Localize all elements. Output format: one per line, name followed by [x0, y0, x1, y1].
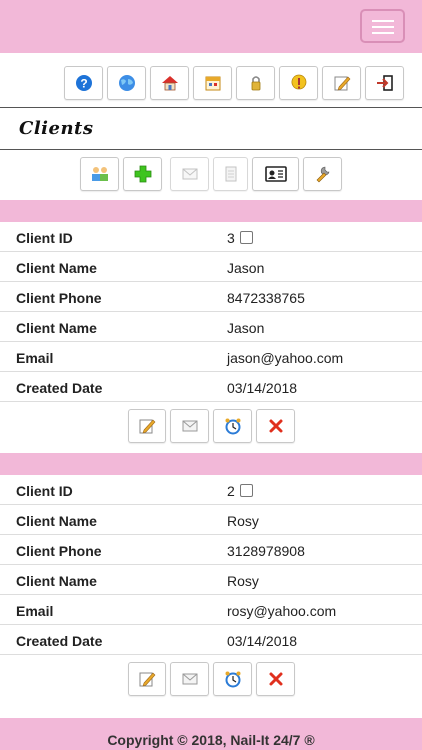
client-id: 3 [227, 230, 235, 246]
edit-icon [334, 76, 350, 91]
client-card: Client ID 2 Client Name Rosy Client Phon… [0, 475, 422, 706]
top-bar [0, 0, 422, 53]
alarm-clock-icon [225, 671, 240, 688]
section-separator [0, 453, 422, 475]
help-icon: ? [75, 75, 92, 91]
svg-text:?: ? [80, 77, 87, 91]
contact-card-icon [264, 166, 287, 182]
table-row: Client Phone 8472338765 [0, 282, 422, 312]
client-email: jason@yahoo.com [227, 350, 344, 366]
add-client-button[interactable] [123, 157, 162, 191]
client-toolbar [0, 150, 422, 200]
main-nav: ? [0, 53, 422, 107]
edit-client-button[interactable] [128, 409, 166, 443]
delete-icon [269, 419, 282, 433]
select-checkbox[interactable] [239, 484, 253, 497]
settings-button[interactable] [303, 157, 342, 191]
table-row: Created Date 03/14/2018 [0, 372, 422, 402]
table-row: Client Name Rosy [0, 505, 422, 535]
client-name: Jason [227, 320, 265, 336]
client-name: Rosy [227, 573, 259, 589]
document-icon [225, 166, 236, 182]
select-checkbox[interactable] [239, 231, 253, 244]
table-row: Email rosy@yahoo.com [0, 595, 422, 625]
client-card: Client ID 3 Client Name Jason Client Pho… [0, 222, 422, 453]
mail-icon [182, 168, 197, 180]
table-row: Created Date 03/14/2018 [0, 625, 422, 655]
logout-icon [376, 75, 393, 91]
field-label: Client Phone [16, 543, 102, 559]
field-label: Client Phone [16, 290, 102, 306]
calendar-icon [205, 76, 220, 91]
alert-button[interactable] [279, 66, 318, 100]
table-row: Client ID 3 [0, 222, 422, 252]
edit-icon [139, 419, 156, 434]
home-button[interactable] [150, 66, 189, 100]
mail-client-button[interactable] [170, 662, 209, 696]
add-icon [134, 165, 151, 183]
client-created-date: 03/14/2018 [227, 633, 298, 649]
edit-client-button[interactable] [128, 662, 166, 696]
table-row: Client Phone 3128978908 [0, 535, 422, 565]
table-row: Client Name Jason [0, 312, 422, 342]
alarm-clock-icon [225, 418, 240, 435]
field-label: Client ID [16, 230, 73, 246]
footer: Copyright © 2018, Nail-It 24/7 ® [0, 718, 422, 750]
reminder-button[interactable] [213, 409, 252, 443]
edit-button[interactable] [322, 66, 361, 100]
table-row: Client ID 2 [0, 475, 422, 505]
field-label: Created Date [16, 633, 103, 649]
groups-button[interactable] [80, 157, 119, 191]
lock-button[interactable] [236, 66, 275, 100]
mail-all-button[interactable] [170, 157, 209, 191]
contact-card-button[interactable] [252, 157, 299, 191]
document-button[interactable] [213, 157, 248, 191]
alert-icon [291, 74, 306, 90]
mail-icon [182, 420, 197, 432]
logout-button[interactable] [365, 66, 404, 100]
client-created-date: 03/14/2018 [227, 380, 298, 396]
field-label: Email [16, 350, 54, 366]
field-label: Email [16, 603, 54, 619]
delete-client-button[interactable] [256, 409, 295, 443]
table-row: Email jason@yahoo.com [0, 342, 422, 372]
table-row: Client Name Rosy [0, 565, 422, 595]
home-icon [161, 76, 178, 91]
hamburger-menu-icon[interactable] [360, 9, 405, 43]
client-actions [0, 655, 422, 706]
page-title: Clients [19, 118, 94, 139]
globe-button[interactable] [107, 66, 146, 100]
calendar-button[interactable] [193, 66, 232, 100]
field-label: Created Date [16, 380, 103, 396]
field-label: Client Name [16, 513, 97, 529]
field-label: Client Name [16, 320, 97, 336]
client-actions [0, 402, 422, 453]
field-value: 3 [227, 230, 253, 246]
delete-client-button[interactable] [256, 662, 295, 696]
client-id: 2 [227, 483, 235, 499]
globe-icon [118, 75, 135, 91]
wrench-icon [316, 166, 329, 183]
section-separator [0, 200, 422, 222]
groups-icon [91, 167, 108, 181]
client-phone: 3128978908 [227, 543, 305, 559]
mail-client-button[interactable] [170, 409, 209, 443]
client-name: Jason [227, 260, 265, 276]
field-label: Client Name [16, 260, 97, 276]
client-phone: 8472338765 [227, 290, 305, 306]
table-row: Client Name Jason [0, 252, 422, 282]
field-label: Client Name [16, 573, 97, 589]
client-email: rosy@yahoo.com [227, 603, 337, 619]
reminder-button[interactable] [213, 662, 252, 696]
mail-icon [182, 673, 197, 685]
copyright-text: Copyright © 2018, Nail-It 24/7 ® [107, 732, 315, 748]
client-name: Rosy [227, 513, 259, 529]
page-header: Clients [0, 108, 422, 149]
delete-icon [269, 672, 282, 686]
edit-icon [139, 672, 156, 687]
field-value: 2 [227, 483, 253, 499]
help-button[interactable]: ? [64, 66, 103, 100]
field-label: Client ID [16, 483, 73, 499]
lock-icon [251, 76, 260, 91]
